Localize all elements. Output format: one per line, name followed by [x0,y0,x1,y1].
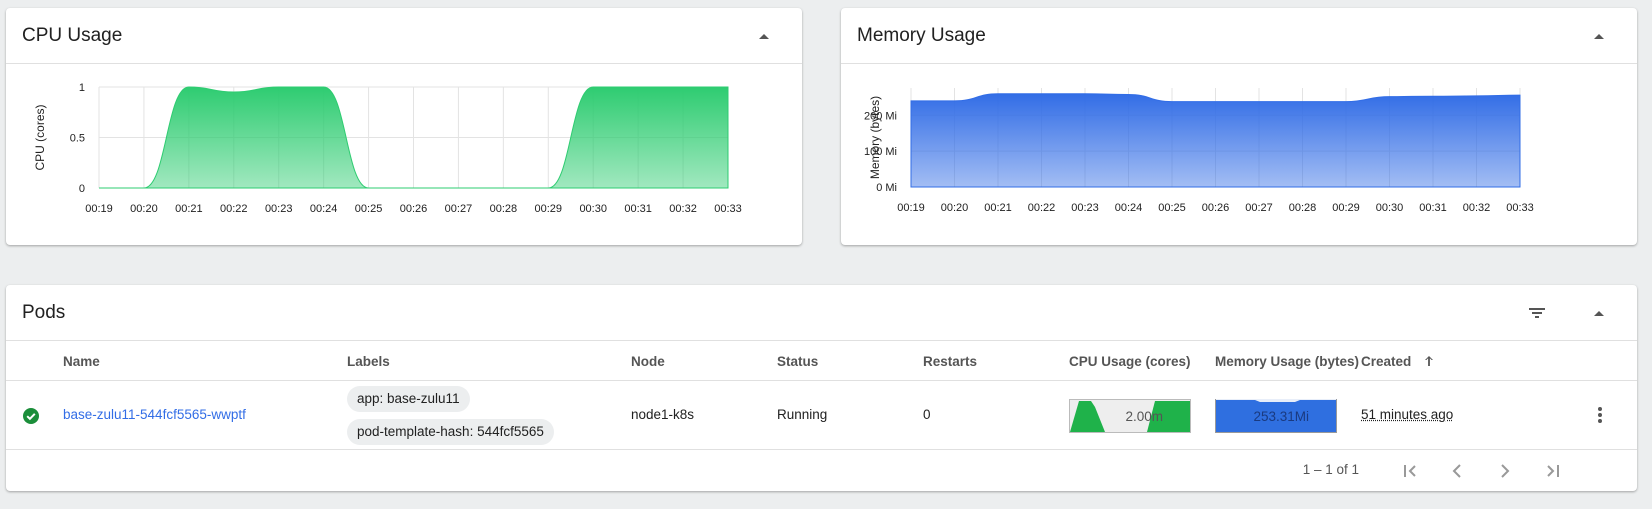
pods-card-title: Pods [22,301,66,323]
column-header-node[interactable]: Node [631,354,665,369]
cpu-collapse-button[interactable] [756,28,772,44]
cpu-x-tick-label: 00:28 [490,203,518,215]
cpu-x-tick-label: 00:27 [445,203,473,215]
memory-usage-chart: 00:19 00:20 00:21 00:22 00:23 00:24 00:25 00:26… [864,88,1534,214]
chevron-up-icon [759,33,769,39]
cpu-x-tick-label: 00:30 [579,203,607,215]
cpu-x-tick-label: 00:24 [310,203,338,215]
mem-x-tick-label: 00:22 [1028,202,1056,214]
cpu-y-tick-label: 0 [79,183,85,195]
mem-x-tick-label: 00:32 [1463,202,1491,214]
label-chip: app: base-zulu11 [347,386,470,412]
column-header-name[interactable]: Name [63,354,100,369]
pods-card-header: Pods [6,285,1637,341]
mem-y-axis-title: Memory (bytes) [868,96,882,179]
table-header: Name Labels Node Status Restarts CPU Usa… [6,342,1637,381]
cpu-x-tick-label: 00:22 [220,203,248,215]
first-page-icon[interactable] [1396,457,1424,485]
cpu-y-tick-label: 0.5 [70,133,85,145]
memory-usage-value: 253.31Mi [1253,409,1309,424]
mem-x-tick-label: 00:33 [1506,202,1534,214]
check-circle-icon [23,408,39,424]
cpu-x-tick-label: 00:31 [624,203,652,215]
cpu-usage-value: 2.00m [1125,409,1163,424]
previous-page-icon[interactable] [1443,457,1471,485]
last-page-icon[interactable] [1539,457,1567,485]
pod-created: 51 minutes ago [1361,407,1454,422]
mem-x-tick-label: 00:24 [1115,202,1143,214]
mem-x-tick-label: 00:27 [1245,202,1273,214]
column-header-memory[interactable]: Memory Usage (bytes) [1215,354,1359,369]
mem-x-tick-label: 00:26 [1202,202,1230,214]
cpu-x-tick-label: 00:33 [714,203,742,215]
mem-x-tick-label: 00:28 [1289,202,1317,214]
pagination: 1 – 1 of 1 [1137,453,1637,489]
column-header-restarts[interactable]: Restarts [923,354,977,369]
column-header-status[interactable]: Status [777,354,818,369]
cpu-x-tick-label: 00:20 [130,203,158,215]
cpu-x-tick-label: 00:26 [400,203,428,215]
mem-area-series [910,93,1521,188]
mem-x-tick-label: 00:25 [1158,202,1186,214]
mem-x-tick-label: 00:30 [1376,202,1404,214]
cpu-card-header: CPU Usage [6,8,802,64]
cpu-x-tick-label: 00:21 [175,203,203,215]
cpu-x-tick-label: 00:32 [669,203,697,215]
column-header-cpu[interactable]: CPU Usage (cores) [1069,354,1191,369]
cpu-y-axis-title: CPU (cores) [33,104,47,170]
pod-status: Running [777,407,828,422]
cpu-x-tick-label: 00:23 [265,203,293,215]
arrow-up-icon [1425,356,1434,366]
memory-card-title: Memory Usage [857,24,986,46]
cpu-y-tick-label: 1 [79,82,85,94]
column-header-created[interactable]: Created [1361,354,1435,369]
cpu-card-title: CPU Usage [22,24,123,46]
pod-restarts: 0 [923,407,931,422]
mem-x-tick-label: 00:20 [941,202,969,214]
pods-card: Pods Name Labels Node Status Restarts CP… [6,285,1637,491]
next-page-icon[interactable] [1491,457,1519,485]
memory-collapse-button[interactable] [1591,28,1607,44]
memory-card-header: Memory Usage [841,8,1637,64]
mem-x-tick-label: 00:19 [897,202,925,214]
pods-collapse-button[interactable] [1591,305,1607,321]
cpu-x-tick-label: 00:19 [85,203,113,215]
cpu-sparkline: 2.00m [1069,399,1191,433]
mem-x-tick-label: 00:23 [1071,202,1099,214]
filter-icon[interactable] [1527,303,1547,323]
cpu-x-tick-label: 00:29 [535,203,563,215]
memory-sparkline: 253.31Mi [1215,399,1337,433]
pagination-range: 1 – 1 of 1 [1302,462,1359,477]
cpu-usage-chart: 00:19 00:20 00:21 00:22 00:23 00:24 00:25 00:26… [33,82,742,215]
column-header-labels: Labels [347,354,390,369]
cpu-usage-card: CPU Usage 00:19 00:20 00:21 00:22 00:23 00:24… [6,8,802,245]
label-chip: pod-template-hash: 544fcf5565 [347,419,554,445]
table-row[interactable]: base-zulu11-544fcf5565-wwptf app: base-z… [6,382,1637,450]
more-vert-icon[interactable] [1597,407,1603,425]
mem-x-tick-label: 00:21 [984,202,1012,214]
chevron-up-icon [1594,310,1604,316]
pod-node: node1-k8s [631,407,695,422]
cpu-x-tick-label: 00:25 [355,203,383,215]
memory-usage-card: Memory Usage 00:19 00:20 00:21 00:22 00:23 00… [841,8,1637,245]
mem-x-tick-label: 00:31 [1419,202,1447,214]
mem-y-tick-label: 0 Mi [876,182,897,194]
column-header-created-label: Created [1361,354,1412,369]
chevron-up-icon [1594,33,1604,39]
pod-name-link[interactable]: base-zulu11-544fcf5565-wwptf [63,407,246,422]
mem-x-tick-label: 00:29 [1332,202,1360,214]
